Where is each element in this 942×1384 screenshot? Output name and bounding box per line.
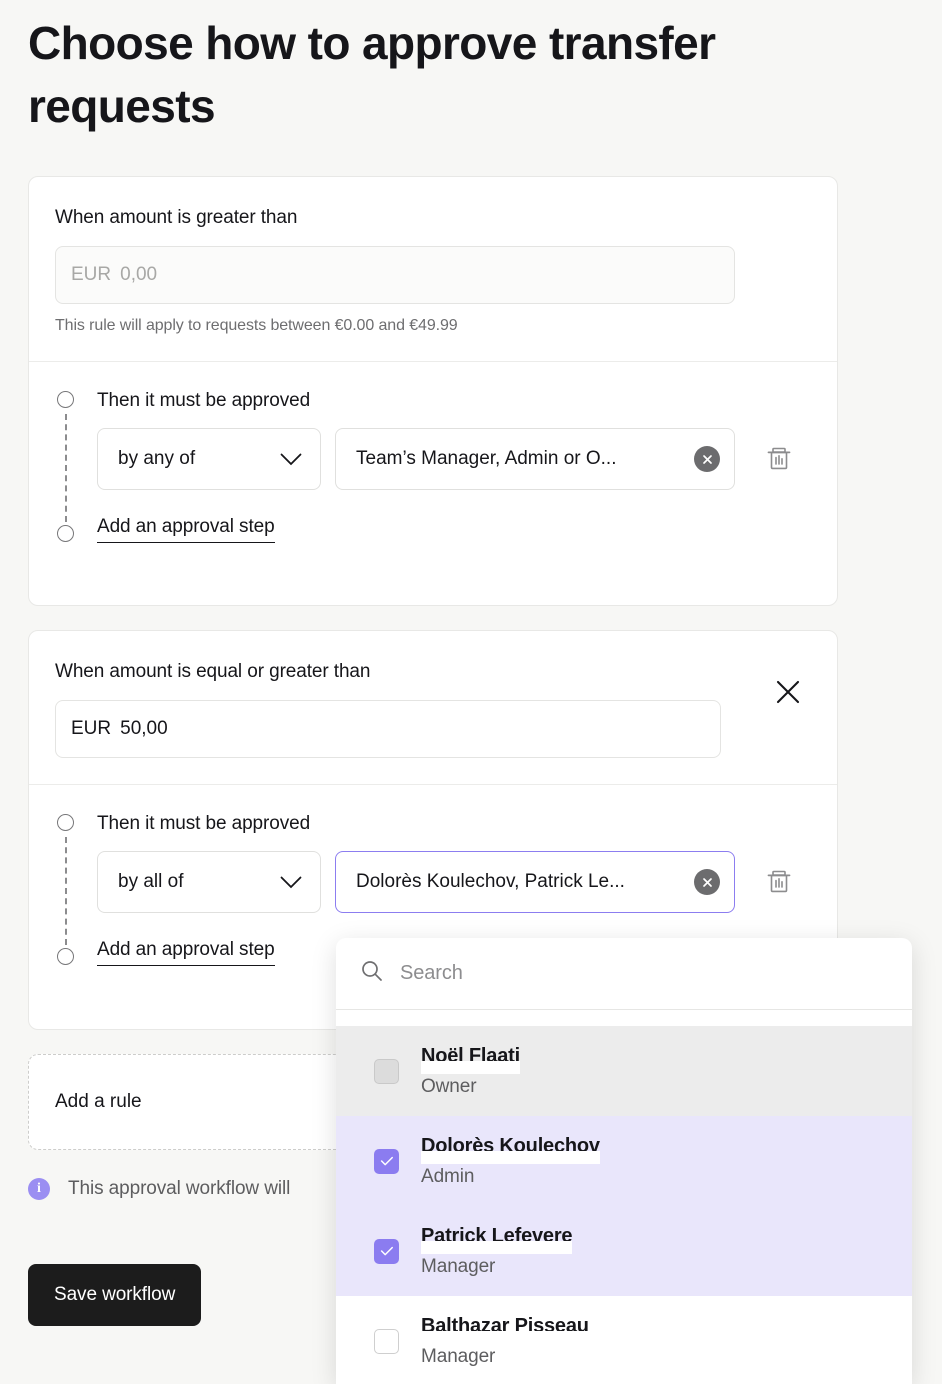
info-icon: i <box>28 1178 50 1200</box>
option-checkbox[interactable] <box>374 1058 399 1084</box>
approval-step-title: Then it must be approved <box>97 813 311 834</box>
amount-value: 0,00 <box>120 264 158 285</box>
amount-input[interactable]: EUR 50,00 <box>55 700 721 758</box>
chevron-down-icon <box>280 453 302 466</box>
option-name: Balthazar Pisseau <box>421 1314 589 1344</box>
step-node-top[interactable] <box>57 391 74 408</box>
option-role: Owner <box>421 1075 477 1097</box>
list-item[interactable]: Balthazar Pisseau Manager <box>336 1296 912 1384</box>
dropdown-search-row <box>336 938 912 1010</box>
approval-step-row: by any of Team’s Manager, Admin or O... <box>97 428 811 490</box>
rule-range-hint: This rule will apply to requests between… <box>55 317 458 334</box>
option-checkbox[interactable] <box>374 1328 399 1354</box>
trash-icon[interactable] <box>763 866 795 898</box>
approval-mode-select[interactable]: by any of <box>97 428 321 490</box>
rule-card: When amount is greater than EUR 0,00 Thi… <box>28 176 838 606</box>
approvers-dropdown: Noël Flaati Owner Dolorès Koulechov Admi… <box>336 938 912 1384</box>
amount-input[interactable]: EUR 0,00 <box>55 246 735 304</box>
option-role: Admin <box>421 1165 475 1187</box>
search-input[interactable] <box>400 962 840 985</box>
add-approval-step-button[interactable]: Add an approval step <box>97 939 275 966</box>
add-approval-step-button[interactable]: Add an approval step <box>97 516 275 543</box>
approvers-select[interactable]: Dolorès Koulechov, Patrick Le... <box>335 851 735 913</box>
option-name: Dolorès Koulechov <box>421 1134 600 1164</box>
option-role: Manager <box>421 1255 496 1277</box>
clear-circle-icon[interactable] <box>694 446 720 472</box>
approvers-value: Dolorès Koulechov, Patrick Le... <box>356 871 625 892</box>
option-checkbox[interactable] <box>374 1148 399 1174</box>
option-name: Noël Flaati <box>421 1044 520 1074</box>
close-icon[interactable] <box>773 677 803 707</box>
search-icon <box>360 959 384 988</box>
list-item[interactable]: Patrick Lefevere Manager <box>336 1206 912 1296</box>
approvers-value: Team’s Manager, Admin or O... <box>356 448 617 469</box>
approvers-select[interactable]: Team’s Manager, Admin or O... <box>335 428 735 490</box>
list-item[interactable]: Dolorès Koulechov Admin <box>336 1116 912 1206</box>
approval-mode-value: by any of <box>118 448 196 469</box>
approval-step-title: Then it must be approved <box>97 390 311 411</box>
chevron-down-icon <box>280 876 302 889</box>
page-title: Choose how to approve transfer requests <box>28 17 716 132</box>
option-name: Patrick Lefevere <box>421 1224 573 1254</box>
rule-condition-label: When amount is equal or greater than <box>55 661 371 682</box>
step-node-bottom[interactable] <box>57 948 74 965</box>
rule-condition-section: When amount is greater than EUR 0,00 Thi… <box>29 177 837 362</box>
rule-condition-section: When amount is equal or greater than EUR… <box>29 631 837 785</box>
approval-step-block: Then it must be approved by any of Team’… <box>29 362 837 569</box>
step-connector-line <box>65 837 67 945</box>
workflow-info-text: This approval workflow will <box>68 1178 291 1199</box>
approval-mode-select[interactable]: by all of <box>97 851 321 913</box>
approval-mode-value: by all of <box>118 871 184 892</box>
amount-currency: EUR <box>71 718 112 739</box>
approval-step-row: by all of Dolorès Koulechov, Patrick Le.… <box>97 851 811 913</box>
clear-circle-icon[interactable] <box>694 869 720 895</box>
amount-value: 50,00 <box>120 718 168 739</box>
option-checkbox[interactable] <box>374 1238 399 1264</box>
step-connector-line <box>65 414 67 522</box>
dropdown-option-list: Noël Flaati Owner Dolorès Koulechov Admi… <box>336 1010 912 1384</box>
rule-condition-label: When amount is greater than <box>55 207 298 228</box>
save-workflow-button[interactable]: Save workflow <box>28 1264 202 1326</box>
list-item[interactable]: Noël Flaati Owner <box>336 1026 912 1116</box>
option-role: Manager <box>421 1345 496 1367</box>
step-node-top[interactable] <box>57 814 74 831</box>
amount-currency: EUR <box>71 264 112 285</box>
trash-icon[interactable] <box>763 443 795 475</box>
step-node-bottom[interactable] <box>57 525 74 542</box>
